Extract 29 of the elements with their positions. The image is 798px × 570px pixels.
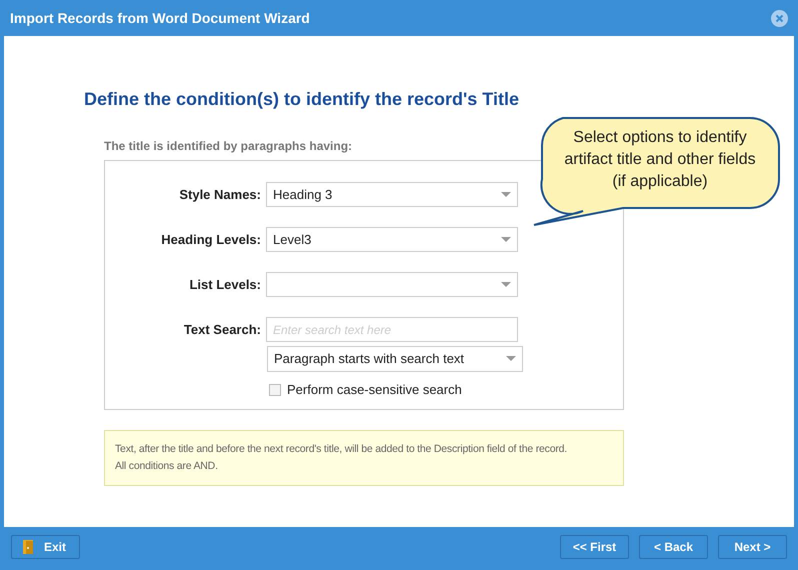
- callout-text: Select options to identify artifact title and other fields (if applicable): [563, 128, 757, 192]
- caret-icon: [501, 282, 511, 288]
- door-icon: [22, 538, 36, 554]
- match-mode-dropdown[interactable]: Paragraph starts with search text: [267, 346, 523, 372]
- dropdown-value: Level3: [273, 230, 312, 249]
- checkbox-label: Perform case-sensitive search: [287, 381, 462, 399]
- dropdown-value: Paragraph starts with search text: [274, 350, 464, 368]
- dropdown[interactable]: Level3: [266, 227, 518, 252]
- caret-icon: [501, 192, 511, 198]
- page-heading: Define the condition(s) to identify the record's Title: [84, 88, 520, 111]
- group-label: The title is identified by paragraphs having:: [104, 138, 354, 155]
- caret-icon: [501, 236, 511, 242]
- dropdown-value: Heading 3: [273, 186, 332, 204]
- field-label: Text Search:: [182, 320, 262, 339]
- dropdown[interactable]: Heading 3: [266, 182, 518, 207]
- case-sensitive-checkbox[interactable]: [269, 384, 281, 396]
- field-label: Heading Levels:: [160, 230, 262, 249]
- note-text: All conditions are AND.: [115, 459, 219, 474]
- close-icon[interactable]: [771, 10, 788, 26]
- nav-button[interactable]: << First: [560, 534, 629, 558]
- field-label: List Levels:: [188, 276, 262, 294]
- nav-button[interactable]: < Back: [639, 534, 708, 558]
- field-label: Style Names:: [178, 186, 262, 204]
- window-title: Import Records from Word Document Wizard: [10, 8, 310, 28]
- exit-button[interactable]: Exit: [11, 534, 80, 558]
- caret-icon: [506, 356, 516, 362]
- note-text: Text, after the title and before the next record's title, will be added to the Description field of the record.: [115, 442, 568, 457]
- dropdown[interactable]: [266, 272, 518, 297]
- nav-button[interactable]: Next >: [718, 534, 787, 558]
